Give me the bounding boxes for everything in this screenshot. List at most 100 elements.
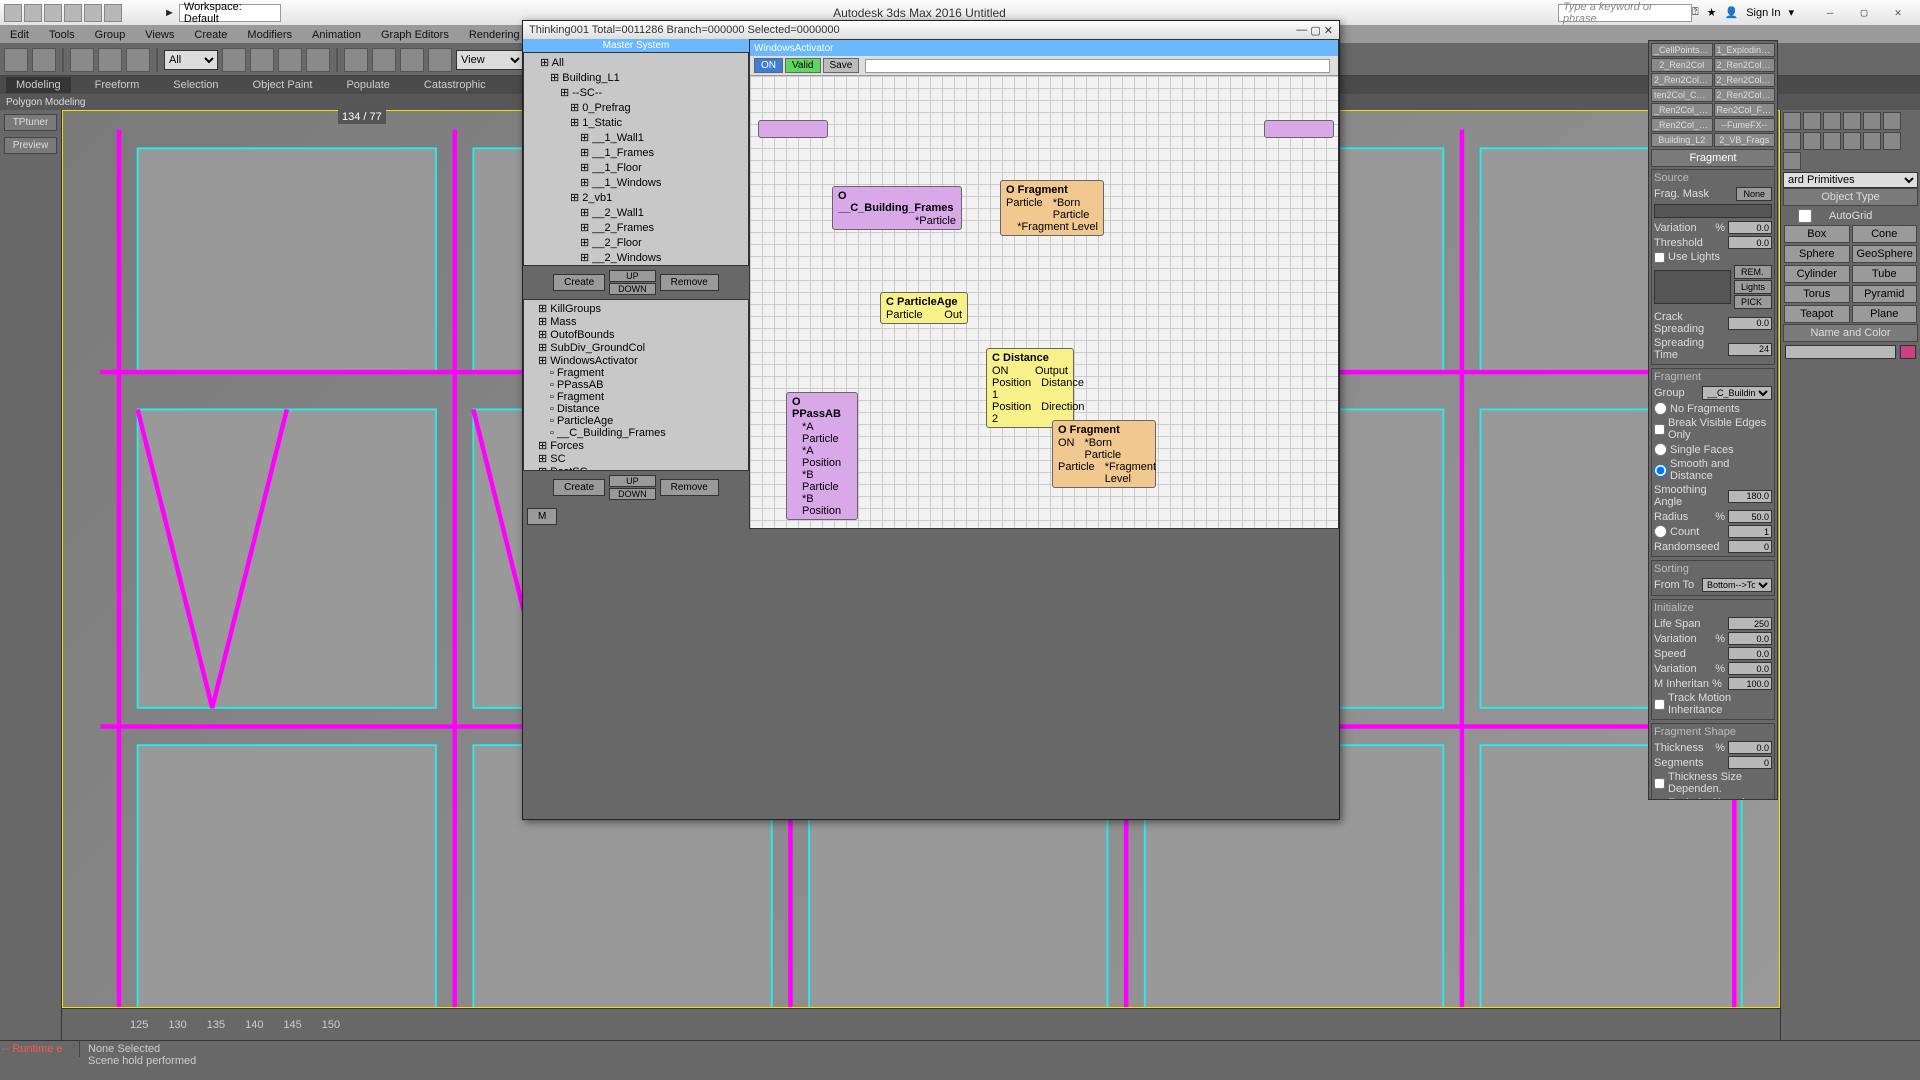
window-cross-icon[interactable] [306, 48, 330, 72]
refcoord-combo[interactable]: View [456, 50, 524, 70]
open-icon[interactable] [44, 4, 62, 22]
menu-edit[interactable]: Edit [10, 29, 29, 41]
lights-list[interactable] [1654, 270, 1731, 304]
select-icon[interactable] [222, 48, 246, 72]
breakvis-check[interactable] [1654, 424, 1665, 435]
layer-tab[interactable]: _Ren2Col_Wall [1651, 103, 1713, 117]
display-tab-icon[interactable] [1863, 112, 1881, 130]
tree-item[interactable]: ⊞ --SC-- [540, 85, 746, 100]
tree-item[interactable]: ⊞ 2_vb1 [540, 190, 746, 205]
node-cbuilding[interactable]: O __C_Building_Frames *Particle [832, 186, 962, 230]
tree-item[interactable]: ⊞ KillGroups [538, 302, 746, 315]
tree-item[interactable]: ⊞ All [540, 55, 746, 70]
sphere-button[interactable]: Sphere [1784, 245, 1850, 263]
menu-create[interactable]: Create [194, 29, 227, 41]
hierarchy-tab-icon[interactable] [1823, 112, 1841, 130]
uselights-check[interactable] [1654, 252, 1665, 263]
thinking-titlebar[interactable]: Thinking001 Total=0011286 Branch=000000 … [523, 21, 1339, 39]
save-button[interactable]: Save [823, 58, 860, 73]
layer-tab[interactable]: 1_ExplodingFr [1714, 43, 1776, 57]
valid-button[interactable]: Valid [785, 58, 821, 73]
menu-modifiers[interactable]: Modifiers [247, 29, 292, 41]
create-tab-icon[interactable] [1783, 112, 1801, 130]
tree-item[interactable]: ▫ ParticleAge [538, 415, 746, 427]
tree-item[interactable]: ⊞ __2_Wall1 [540, 205, 746, 220]
create2-button[interactable]: Create [553, 479, 605, 496]
tree-item[interactable]: ⊞ OutofBounds [538, 328, 746, 341]
box-button[interactable]: Box [1784, 225, 1850, 243]
none-button[interactable]: None [1736, 187, 1772, 201]
motion-tab-icon[interactable] [1843, 112, 1861, 130]
layer-tab[interactable]: 2_Ren2Col_Cells [1651, 73, 1713, 87]
lights-button[interactable]: Lights [1734, 280, 1772, 294]
close-icon[interactable]: ✕ [1324, 24, 1333, 37]
layer-tab[interactable]: Building_L2 [1651, 133, 1713, 147]
undo-icon[interactable] [84, 4, 102, 22]
star-icon[interactable]: ★ [1707, 6, 1717, 19]
unlink-icon[interactable] [98, 48, 122, 72]
mask-slot[interactable] [1654, 204, 1772, 218]
menu-tools[interactable]: Tools [49, 29, 75, 41]
layer-tab[interactable]: _Ren2Col_Floor [1651, 118, 1713, 132]
menu-grapheditors[interactable]: Graph Editors [381, 29, 449, 41]
tree-item[interactable]: ⊞ Building_L1 [540, 70, 746, 85]
layer-tab[interactable]: 2_Ren2Col [1651, 58, 1713, 72]
modify-tab-icon[interactable] [1803, 112, 1821, 130]
systems-icon[interactable] [1783, 152, 1801, 170]
tab-objectpaint[interactable]: Object Paint [243, 77, 323, 93]
menu-rendering[interactable]: Rendering [469, 29, 520, 41]
move-icon[interactable] [344, 48, 368, 72]
smooth-radio[interactable] [1654, 464, 1667, 477]
fromto-combo[interactable]: Bottom-->Top [1702, 578, 1772, 592]
color-swatch[interactable] [1900, 345, 1916, 359]
placement-icon[interactable] [428, 48, 452, 72]
pick-button[interactable]: PICK [1734, 295, 1772, 309]
tree-item[interactable]: ▫ __C_Building_Frames [538, 427, 746, 439]
cameras-icon[interactable] [1843, 132, 1861, 150]
tree-item[interactable]: ▫ Fragment [538, 367, 746, 379]
shapes-icon[interactable] [1803, 132, 1821, 150]
tree-item[interactable]: ⊞ SC [538, 452, 746, 465]
node-canvas[interactable]: WindowsActivator ON Valid Save [749, 39, 1339, 529]
save-icon[interactable] [64, 4, 82, 22]
remove2-button[interactable]: Remove [660, 479, 719, 496]
create-button[interactable]: Create [553, 274, 605, 291]
undo-tool-icon[interactable] [4, 48, 28, 72]
nofrag-radio[interactable] [1654, 402, 1667, 415]
down2-button[interactable]: DOWN [609, 488, 656, 500]
space-icon[interactable] [1883, 132, 1901, 150]
tree-item[interactable]: ▫ Fragment [538, 391, 746, 403]
pyramid-button[interactable]: Pyramid [1852, 285, 1918, 303]
tree-item[interactable]: ⊞ __1_Wall1 [540, 130, 746, 145]
teapot-button[interactable]: Teapot [1784, 305, 1850, 323]
tree-item[interactable]: ⊞ __2_Frames [540, 220, 746, 235]
node-fragment2[interactable]: O Fragment ON*Born Particle Particle*Fra… [1052, 420, 1156, 488]
node-distance[interactable]: C Distance ONOutput Position 1Distance P… [986, 348, 1074, 428]
bind-icon[interactable] [126, 48, 150, 72]
layer-tab[interactable]: 2_Ren2Col_Cells [1714, 58, 1776, 72]
tsd-check[interactable] [1654, 778, 1665, 789]
help-icon[interactable]: ⍰ [1692, 6, 1699, 19]
tree-item[interactable]: ⊞ SubDiv_GroundCol [538, 341, 746, 354]
geom-icon[interactable] [1783, 132, 1801, 150]
track-check[interactable] [1654, 699, 1665, 710]
tree-item[interactable]: ⊞ __2_Windows [540, 250, 746, 265]
scene-tree[interactable]: ⊞ All⊞ Building_L1⊞ --SC--⊞ 0_Prefrag⊞ 1… [523, 52, 749, 266]
up-button[interactable]: UP [609, 270, 656, 282]
min-icon[interactable]: — [1296, 24, 1307, 36]
node-fragment1[interactable]: O Fragment Particle*Born Particle *Fragm… [1000, 180, 1104, 236]
seg-input[interactable] [1728, 756, 1772, 769]
count-radio[interactable] [1654, 525, 1667, 538]
radius-input[interactable] [1728, 510, 1772, 523]
crack-input[interactable] [1728, 317, 1772, 330]
var2-input[interactable] [1728, 632, 1772, 645]
helpers-icon[interactable] [1863, 132, 1881, 150]
smangle-input[interactable] [1728, 490, 1772, 503]
thinking-window[interactable]: Thinking001 Total=0011286 Branch=000000 … [522, 20, 1340, 820]
autogrid-check[interactable] [1785, 209, 1825, 223]
group-combo[interactable]: __C_Building_Fram [1702, 386, 1772, 400]
select-name-icon[interactable] [250, 48, 274, 72]
tree-item[interactable]: ▫ PPassAB [538, 379, 746, 391]
cylinder-button[interactable]: Cylinder [1784, 265, 1850, 283]
threshold-input[interactable] [1728, 236, 1772, 249]
